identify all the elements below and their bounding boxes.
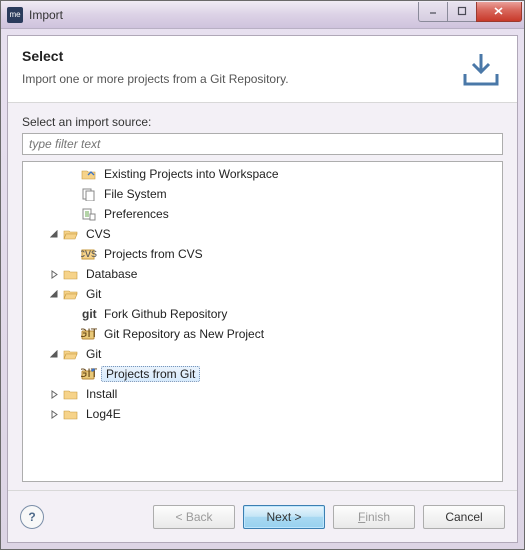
expander-placeholder — [65, 187, 79, 201]
wizard-header: Select Import one or more projects from … — [8, 36, 517, 103]
tree-item[interactable]: Database — [23, 264, 502, 284]
tree-item[interactable]: Preferences — [23, 204, 502, 224]
tree-item[interactable]: Git — [23, 284, 502, 304]
tree-item[interactable]: CVS — [23, 224, 502, 244]
client-area: Select Import one or more projects from … — [7, 35, 518, 543]
tree-item-label: Preferences — [101, 206, 172, 222]
tree-item[interactable]: Install — [23, 384, 502, 404]
folder-open-icon — [63, 226, 79, 242]
folder-icon — [63, 266, 79, 282]
titlebar[interactable]: me Import — [1, 1, 524, 29]
tree-item-label: Log4E — [83, 406, 124, 422]
import-icon — [459, 48, 503, 92]
tree-item[interactable]: Log4E — [23, 404, 502, 424]
tree-item[interactable]: File System — [23, 184, 502, 204]
page-title: Select — [22, 48, 449, 64]
projects-icon — [81, 166, 97, 182]
folder-open-icon — [63, 286, 79, 302]
tree-item[interactable]: cvs Projects from CVS — [23, 244, 502, 264]
next-button[interactable]: Next > — [243, 505, 325, 529]
tree-item-label: Projects from CVS — [101, 246, 206, 262]
folder-icon — [63, 386, 79, 402]
svg-text:GIT: GIT — [81, 367, 97, 380]
expander-placeholder — [65, 327, 79, 341]
tree-item-label: Git Repository as New Project — [101, 326, 267, 342]
svg-text:cvs: cvs — [81, 247, 97, 260]
tree-item-label: Git — [83, 286, 104, 302]
back-button[interactable]: < Back — [153, 505, 235, 529]
expand-icon[interactable] — [47, 387, 61, 401]
page-description: Import one or more projects from a Git R… — [22, 72, 449, 86]
window-controls — [419, 2, 522, 22]
close-button[interactable] — [476, 2, 522, 22]
minimize-button[interactable] — [418, 2, 448, 22]
expander-placeholder — [65, 207, 79, 221]
cancel-button[interactable]: Cancel — [423, 505, 505, 529]
collapse-icon[interactable] — [47, 227, 61, 241]
expander-placeholder — [65, 167, 79, 181]
tree-item-label: CVS — [83, 226, 114, 242]
tree-container: Existing Projects into Workspace File Sys… — [22, 161, 503, 482]
tree-item[interactable]: Existing Projects into Workspace — [23, 164, 502, 184]
button-bar: ? < Back Next > Finish Cancel — [8, 490, 517, 542]
import-source-tree[interactable]: Existing Projects into Workspace File Sys… — [23, 162, 502, 481]
help-button[interactable]: ? — [20, 505, 44, 529]
folder-icon — [63, 406, 79, 422]
git-text-icon: git — [81, 306, 97, 322]
tree-item-label: Projects from Git — [101, 366, 200, 382]
prefs-icon — [81, 206, 97, 222]
filter-label: Select an import source: — [22, 115, 503, 129]
git-repo-icon: GIT — [81, 326, 97, 342]
svg-text:GIT: GIT — [81, 327, 97, 340]
wizard-body: Select an import source: Existing Projec… — [8, 103, 517, 490]
tree-item-label: Fork Github Repository — [101, 306, 230, 322]
expander-placeholder — [65, 307, 79, 321]
expand-icon[interactable] — [47, 407, 61, 421]
tree-item-label: Database — [83, 266, 140, 282]
finish-button[interactable]: Finish — [333, 505, 415, 529]
expand-icon[interactable] — [47, 267, 61, 281]
expander-placeholder — [65, 247, 79, 261]
filesys-icon — [81, 186, 97, 202]
window-title: Import — [29, 8, 419, 22]
tree-item[interactable]: GIT Git Repository as New Project — [23, 324, 502, 344]
tree-item[interactable]: GIT Projects from Git — [23, 364, 502, 384]
dialog-window: me Import Select Import one or more proj… — [0, 0, 525, 550]
tree-item-label: Git — [83, 346, 104, 362]
tree-item[interactable]: Git — [23, 344, 502, 364]
git-proj-icon: GIT — [81, 366, 97, 382]
maximize-button[interactable] — [447, 2, 477, 22]
tree-item[interactable]: git Fork Github Repository — [23, 304, 502, 324]
filter-input[interactable] — [22, 133, 503, 155]
folder-open-icon — [63, 346, 79, 362]
app-icon: me — [7, 7, 23, 23]
tree-item-label: Install — [83, 386, 120, 402]
tree-item-label: Existing Projects into Workspace — [101, 166, 282, 182]
svg-text:git: git — [82, 307, 97, 321]
collapse-icon[interactable] — [47, 347, 61, 361]
cvs-icon: cvs — [81, 246, 97, 262]
collapse-icon[interactable] — [47, 287, 61, 301]
tree-item-label: File System — [101, 186, 170, 202]
expander-placeholder — [65, 367, 79, 381]
